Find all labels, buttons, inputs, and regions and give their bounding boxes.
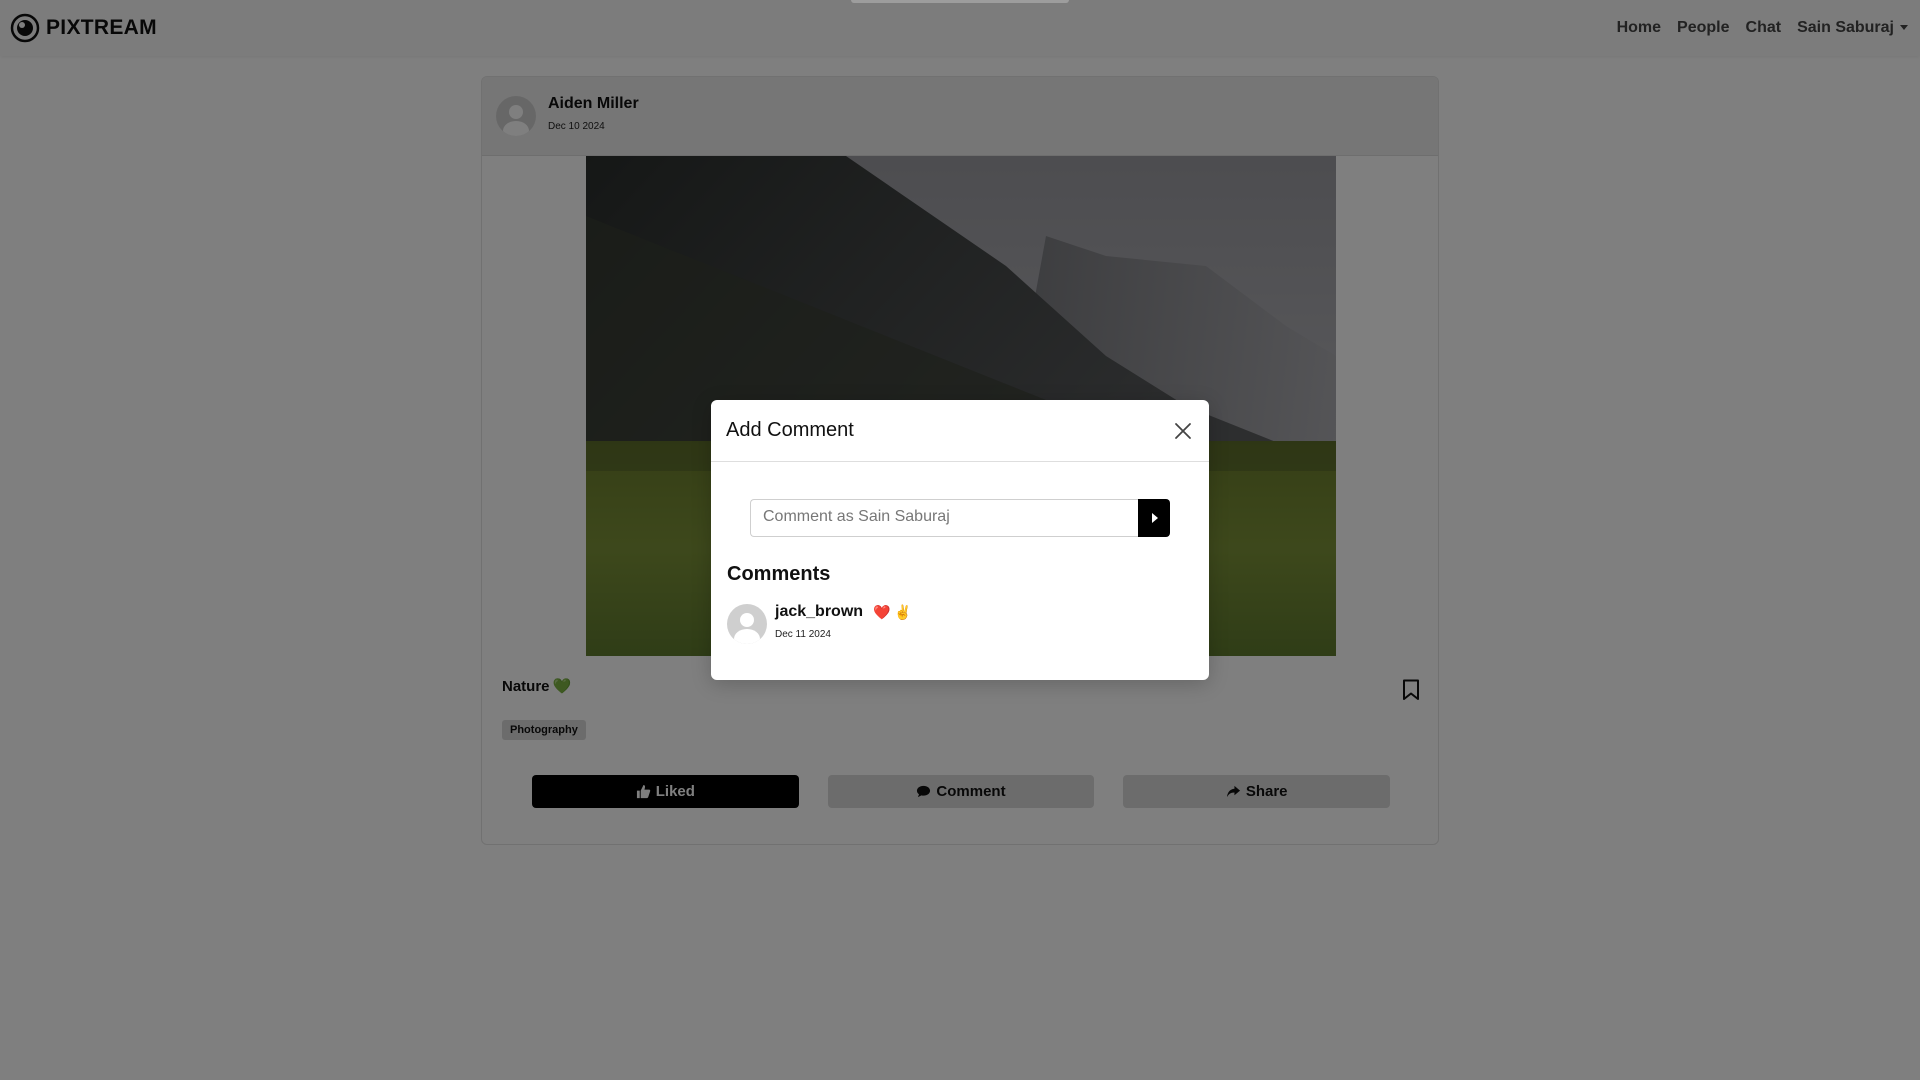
modal-title: Add Comment bbox=[726, 419, 854, 441]
comment-input[interactable] bbox=[750, 499, 1138, 537]
comment-head: jack_brown ❤️ ✌️ bbox=[775, 603, 912, 621]
comment-text: ❤️ ✌️ bbox=[873, 603, 912, 620]
comment-body: jack_brown ❤️ ✌️ Dec 11 2024 bbox=[775, 603, 912, 644]
commenter-avatar[interactable] bbox=[727, 604, 767, 644]
toast-edge bbox=[851, 0, 1069, 3]
comment-username[interactable]: jack_brown bbox=[775, 603, 863, 621]
close-icon[interactable] bbox=[1172, 420, 1194, 442]
send-arrow-icon bbox=[1152, 513, 1158, 523]
comment-form bbox=[750, 499, 1170, 537]
comments-heading: Comments bbox=[727, 563, 831, 585]
comment-date: Dec 11 2024 bbox=[775, 629, 831, 640]
add-comment-modal: Add Comment Comments jack_brown ❤️ ✌️ De… bbox=[711, 400, 1209, 680]
comment-item: jack_brown ❤️ ✌️ Dec 11 2024 bbox=[727, 603, 912, 644]
send-comment-button[interactable] bbox=[1138, 499, 1170, 537]
modal-header: Add Comment bbox=[711, 400, 1209, 462]
